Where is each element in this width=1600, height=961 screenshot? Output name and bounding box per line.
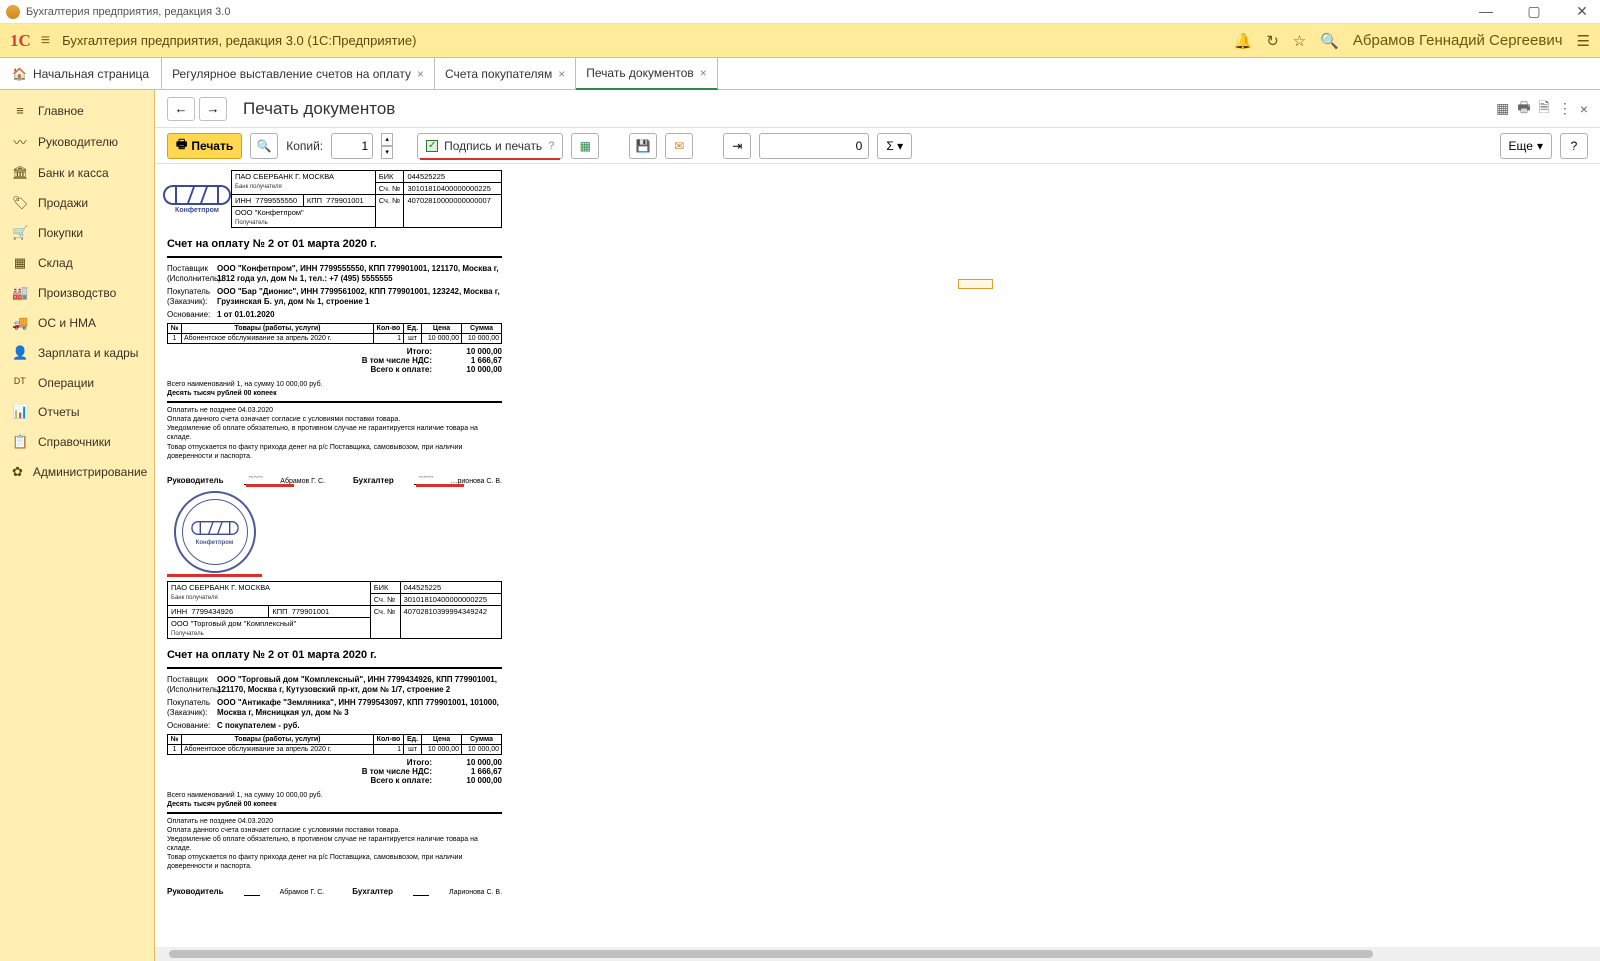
- magnifier-icon: 🔍: [257, 139, 272, 153]
- edit-layout-button[interactable]: ▦: [571, 133, 599, 159]
- search-icon[interactable]: 🔍: [1320, 32, 1339, 50]
- bank-icon: 🏛: [12, 165, 28, 181]
- layout-icon: ▦: [580, 139, 591, 153]
- close-icon[interactable]: ×: [700, 66, 707, 80]
- cart-icon: 🛒: [12, 225, 28, 241]
- app-title: Бухгалтерия предприятия, редакция 3.0: [26, 6, 230, 18]
- person-icon: 👤: [12, 345, 28, 361]
- tab-regular-invoicing[interactable]: Регулярное выставление счетов на оплату …: [162, 58, 435, 89]
- arrow-icon: ⇥: [732, 139, 742, 153]
- document-area[interactable]: Конфетпром ПАО СБЕРБАНК Г. МОСКВАБанк по…: [155, 164, 1600, 947]
- sidebar-item-manager[interactable]: 〰Руководителю: [0, 125, 154, 158]
- items-table: №Товары (работы, услуги)Кол-воЕд.ЦенаСум…: [167, 734, 502, 755]
- help-button[interactable]: ?: [1560, 133, 1588, 159]
- logo: 1С: [10, 31, 31, 51]
- table-view-icon[interactable]: ▦: [1496, 100, 1509, 117]
- top-tabs: 🏠 Начальная страница Регулярное выставле…: [0, 58, 1600, 90]
- printer-icon: 🖶: [176, 135, 187, 156]
- gear-icon: ✿: [12, 464, 23, 480]
- close-page-icon[interactable]: ×: [1580, 101, 1588, 117]
- sign-stamp-toggle[interactable]: ✓ Подпись и печать ?: [417, 133, 563, 159]
- arrow-button[interactable]: ⇥: [723, 133, 751, 159]
- minimize-button[interactable]: —: [1474, 3, 1498, 20]
- chart-icon: 〰: [12, 132, 28, 151]
- sidebar: ≡Главное 〰Руководителю 🏛Банк и касса 🏷Пр…: [0, 90, 155, 961]
- sidebar-item-reports[interactable]: 📊Отчеты: [0, 397, 154, 427]
- preview-button[interactable]: 🔍: [250, 133, 278, 159]
- tab-print-documents[interactable]: Печать документов ×: [576, 58, 718, 90]
- copies-label: Копий:: [286, 139, 323, 153]
- tab-customer-invoices[interactable]: Счета покупателям ×: [435, 58, 576, 89]
- sidebar-item-sales[interactable]: 🏷Продажи: [0, 188, 154, 218]
- bell-icon[interactable]: 🔔: [1234, 32, 1253, 50]
- invoice-heading: Счет на оплату № 2 от 01 марта 2020 г.: [167, 649, 502, 661]
- app-header: 1С ≡ Бухгалтерия предприятия, редакция 3…: [0, 24, 1600, 58]
- close-icon[interactable]: ×: [417, 67, 424, 81]
- history-icon[interactable]: ↻: [1266, 32, 1279, 50]
- os-titlebar: Бухгалтерия предприятия, редакция 3.0 — …: [0, 0, 1600, 24]
- sidebar-item-operations[interactable]: ᴰᵀОперации: [0, 368, 154, 397]
- mail-icon: ✉: [674, 139, 684, 153]
- app-icon: [6, 5, 20, 19]
- page-title: Печать документов: [243, 99, 395, 119]
- sidebar-item-production[interactable]: 🏭Производство: [0, 278, 154, 308]
- home-tab[interactable]: 🏠 Начальная страница: [0, 58, 162, 89]
- home-icon: 🏠: [12, 67, 27, 81]
- invoice-document-2: ПАО СБЕРБАНК Г. МОСКВАБанк получателяБИК…: [167, 581, 502, 896]
- cursor-indicator: [958, 279, 993, 289]
- hamburger-icon[interactable]: ≡: [41, 32, 50, 50]
- print-icon[interactable]: 🖶: [1517, 97, 1530, 121]
- toolbar: 🖶 Печать 🔍 Копий: ▴ ▾ ✓ Подпись и печать…: [155, 128, 1600, 164]
- save-button[interactable]: 💾: [629, 133, 657, 159]
- tag-icon: 🏷: [12, 195, 28, 211]
- bars-icon: 📊: [12, 404, 28, 420]
- clipboard-icon: 📋: [12, 434, 28, 450]
- close-icon[interactable]: ×: [558, 67, 565, 81]
- sidebar-item-admin[interactable]: ✿Администрирование: [0, 457, 154, 487]
- copies-input[interactable]: [331, 133, 373, 159]
- page-topbar: ← → Печать документов ▦ 🖶 🗎 ⋮ ×: [155, 90, 1600, 128]
- user-name[interactable]: Абрамов Геннадий Сергеевич: [1353, 32, 1563, 49]
- sidebar-item-hr[interactable]: 👤Зарплата и кадры: [0, 338, 154, 368]
- help-icon: ?: [548, 140, 554, 152]
- maximize-button[interactable]: ▢: [1522, 3, 1546, 20]
- document-icon[interactable]: 🗎: [1539, 97, 1550, 121]
- copies-down[interactable]: ▾: [381, 146, 393, 159]
- star-icon[interactable]: ☆: [1293, 32, 1306, 50]
- kebab-icon[interactable]: ⋮: [1558, 100, 1572, 117]
- close-window-button[interactable]: ✕: [1570, 3, 1594, 20]
- nav-forward-button[interactable]: →: [199, 97, 227, 121]
- header-title: Бухгалтерия предприятия, редакция 3.0 (1…: [62, 33, 416, 48]
- sidebar-item-bank[interactable]: 🏛Банк и касса: [0, 158, 154, 188]
- grid-icon: ▦: [12, 255, 28, 271]
- panel-toggle-icon[interactable]: ☰: [1577, 32, 1590, 50]
- horizontal-scrollbar[interactable]: [155, 947, 1600, 961]
- sidebar-item-warehouse[interactable]: ▦Склад: [0, 248, 154, 278]
- scrollbar-thumb[interactable]: [169, 950, 1373, 958]
- invoice-document-1: Конфетпром ПАО СБЕРБАНК Г. МОСКВАБанк по…: [167, 170, 502, 573]
- nav-back-button[interactable]: ←: [167, 97, 195, 121]
- disk-icon: 💾: [636, 139, 651, 153]
- sidebar-item-purchases[interactable]: 🛒Покупки: [0, 218, 154, 248]
- stamp-icon: Конфетпром: [174, 491, 256, 573]
- sidebar-item-catalogs[interactable]: 📋Справочники: [0, 427, 154, 457]
- check-icon: ✓: [426, 140, 438, 152]
- items-table: №Товары (работы, услуги)Кол-воЕд.ЦенаСум…: [167, 323, 502, 344]
- menu-icon: ≡: [12, 103, 28, 118]
- sidebar-item-main[interactable]: ≡Главное: [0, 96, 154, 125]
- copies-up[interactable]: ▴: [381, 133, 393, 146]
- home-label: Начальная страница: [33, 67, 149, 81]
- sigma-button[interactable]: Σ ▾: [877, 133, 912, 159]
- sum-input[interactable]: [759, 133, 869, 159]
- sidebar-item-assets[interactable]: 🚚ОС и НМА: [0, 308, 154, 338]
- more-button[interactable]: Еще ▾: [1500, 133, 1552, 159]
- invoice-heading: Счет на оплату № 2 от 01 марта 2020 г.: [167, 238, 502, 250]
- email-button[interactable]: ✉: [665, 133, 693, 159]
- debit-icon: ᴰᵀ: [12, 375, 28, 390]
- truck-icon: 🚚: [12, 315, 28, 331]
- factory-icon: 🏭: [12, 285, 28, 301]
- print-button[interactable]: 🖶 Печать: [167, 133, 242, 159]
